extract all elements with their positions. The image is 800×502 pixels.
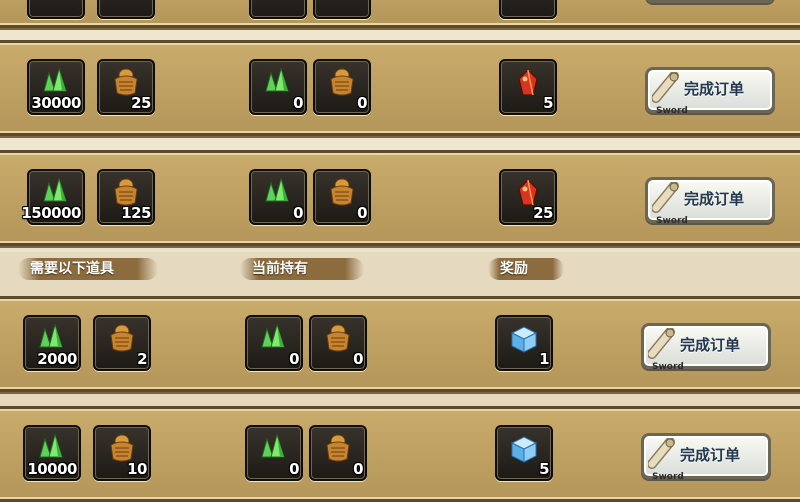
item-quantity: 5 [539,460,549,478]
button-label: 完成订单 [680,446,741,464]
green-crystal-icon [265,67,289,92]
reward-item-slot: 5 [495,425,553,481]
golden-armor-icon [330,68,354,96]
item-quantity: 0 [289,350,299,368]
required-item-slot: 125 [97,169,155,225]
required-item-slot: 10 [93,425,151,481]
complete-order-button[interactable]: 完成订单 Sword [645,177,775,226]
item-quantity: 0 [293,94,303,112]
golden-armor-icon [114,68,138,96]
order-panel-upper: 30000 25 0 0 5 完成订单 Sword 150000 125 0 0… [0,0,800,248]
sword-brand-label: Sword [652,362,684,372]
item-quantity: 1 [539,350,549,368]
column-header-current: 当前持有 [240,258,364,280]
green-crystal-icon [43,67,67,92]
scroll-icon [648,438,675,469]
item-quantity: 0 [289,460,299,478]
item-slot [499,0,557,19]
golden-armor-icon [326,324,350,352]
item-quantity: 25 [131,94,151,112]
held-item-slot: 0 [249,59,307,115]
order-row: 30000 25 0 0 5 完成订单 Sword [0,40,800,136]
reward-item-slot: 5 [499,59,557,115]
item-quantity: 0 [353,350,363,368]
item-quantity: 30000 [31,94,81,112]
order-row: 150000 125 0 0 25 完成订单 Sword [0,150,800,246]
required-item-slot: 150000 [21,169,85,225]
golden-armor-icon [330,178,354,206]
item-quantity: 0 [357,94,367,112]
reward-item-slot: 25 [499,169,557,225]
item-slot [313,0,371,19]
required-item-slot: 25 [97,59,155,115]
item-slot [97,0,155,19]
held-item-slot: 0 [313,169,371,225]
order-row: 10000 10 0 0 5 完成订单 Sword [0,406,800,502]
item-slot [249,0,307,19]
item-quantity: 150000 [21,204,81,222]
green-crystal-icon [265,177,289,202]
green-crystal-icon [261,323,285,348]
golden-armor-icon [326,434,350,462]
order-row-partial [0,0,800,28]
complete-order-button[interactable]: 完成订单 Sword [641,433,771,482]
held-item-slot: 0 [309,425,367,481]
item-quantity: 10000 [27,460,77,478]
held-item-slot: 0 [249,169,307,225]
green-crystal-icon [39,433,63,458]
button-label: 完成订单 [684,190,745,208]
item-quantity: 10 [127,460,147,478]
held-item-slot: 0 [245,315,303,371]
scroll-icon [652,182,679,213]
red-gem-icon [518,69,538,96]
held-item-slot: 0 [309,315,367,371]
sword-brand-label: Sword [656,106,688,116]
golden-armor-icon [110,434,134,462]
required-item-slot: 10000 [23,425,81,481]
item-quantity: 0 [293,204,303,222]
item-quantity: 5 [543,94,553,112]
item-quantity: 25 [533,204,553,222]
item-slot [27,0,85,19]
required-item-slot: 2 [93,315,151,371]
item-quantity: 2000 [37,350,77,368]
reward-item-slot: 1 [495,315,553,371]
complete-order-button[interactable]: 完成订单 Sword [641,323,771,372]
blue-cube-icon [510,436,538,463]
required-item-slot: 30000 [27,59,85,115]
column-header-required: 需要以下道具 [18,258,158,280]
green-crystal-icon [43,177,67,202]
golden-armor-icon [114,178,138,206]
column-header-reward: 奖励 [488,258,564,280]
item-quantity: 0 [353,460,363,478]
sword-brand-label: Sword [652,472,684,482]
order-row: 2000 2 0 0 1 完成订单 Sword [0,296,800,392]
green-crystal-icon [39,323,63,348]
blue-cube-icon [510,326,538,353]
complete-order-button[interactable]: 完成订单 Sword [645,67,775,116]
required-item-slot: 2000 [23,315,81,371]
button-label: 完成订单 [680,336,741,354]
scroll-icon [648,328,675,359]
item-quantity: 0 [357,204,367,222]
golden-armor-icon [110,324,134,352]
item-quantity: 2 [137,350,147,368]
order-screen: 30000 25 0 0 5 完成订单 Sword 150000 125 0 0… [0,0,800,502]
sword-brand-label: Sword [656,216,688,226]
button-label: 完成订单 [684,80,745,98]
complete-order-button[interactable] [645,0,775,3]
green-crystal-icon [261,433,285,458]
held-item-slot: 0 [245,425,303,481]
scroll-icon [652,72,679,103]
item-quantity: 125 [121,204,151,222]
held-item-slot: 0 [313,59,371,115]
